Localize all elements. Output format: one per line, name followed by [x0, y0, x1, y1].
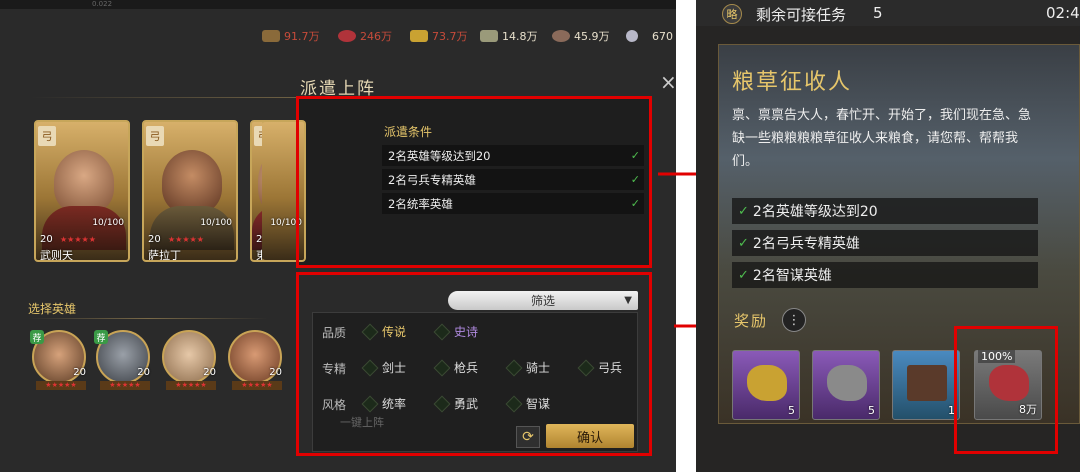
- top-value: 0.022: [92, 0, 113, 8]
- avatar-level: 20: [137, 367, 150, 378]
- star-rating: ★★★★★: [232, 381, 282, 390]
- reward-item[interactable]: 5: [812, 350, 880, 420]
- star-rating: ★★★★★: [166, 381, 216, 390]
- reward-item[interactable]: 1: [892, 350, 960, 420]
- book-icon: [907, 365, 947, 401]
- hero-name: 萨拉丁: [148, 249, 181, 262]
- avatar-level: 20: [203, 367, 216, 378]
- condition-text: 2名弓兵专精英雄: [752, 236, 860, 252]
- header: [696, 0, 1080, 26]
- avatar-level: 20: [73, 367, 86, 378]
- hero-card[interactable]: 弓 10/100 20 ★★★★★ 萨拉丁: [142, 120, 238, 262]
- resource-meat: 246万: [338, 26, 392, 46]
- resource-coin: 670: [626, 26, 673, 46]
- resource-value: 14.8万: [502, 30, 538, 43]
- condition-row: ✓ 2名智谋英雄: [732, 262, 1038, 288]
- coin-icon: [626, 30, 638, 42]
- recommended-badge: 荐: [30, 330, 44, 344]
- choose-hero-label: 选择英雄: [28, 302, 77, 316]
- gold-icon: [410, 30, 428, 42]
- star-rating: ★★★★★: [168, 235, 204, 244]
- star-rating: ★★★★★: [60, 235, 96, 244]
- hero-avatar[interactable]: 荐 20 ★★★★★: [94, 330, 150, 390]
- star-rating: ★★★★★: [100, 381, 150, 390]
- hero-avatar[interactable]: 荐 20 ★★★★★: [30, 330, 86, 390]
- strategy-badge: 略: [722, 4, 742, 24]
- condition-row: ✓ 2名弓兵专精英雄: [732, 230, 1038, 256]
- check-icon: ✓: [738, 203, 749, 219]
- info-icon[interactable]: ⋮: [782, 308, 806, 332]
- timer: 02:4: [1046, 4, 1080, 22]
- meat-icon: [338, 30, 356, 42]
- hero-card[interactable]: 弓 10/100 20 ★★★★★ 武则天: [34, 120, 130, 262]
- resource-value: 246万: [360, 30, 392, 43]
- hero-avatar[interactable]: 20 ★★★★★: [228, 330, 282, 390]
- reward-label: 奖励: [734, 312, 769, 330]
- wood-icon: [262, 30, 280, 42]
- hero-portrait: [162, 150, 222, 214]
- resource-value: 45.9万: [574, 30, 610, 43]
- divider: [28, 318, 268, 319]
- hero-name: 武则天: [40, 249, 73, 262]
- resource-value: 670: [652, 29, 673, 43]
- hero-avatar[interactable]: 20 ★★★★★: [162, 330, 216, 390]
- iron-ore-icon: [827, 365, 867, 401]
- resource-bar: 91.7万 246万 73.7万 14.8万 45.9万 670: [0, 24, 676, 50]
- stone-icon: [552, 30, 570, 42]
- condition-text: 2名英雄等级达到20: [752, 204, 878, 220]
- close-icon[interactable]: ×: [660, 70, 676, 94]
- quest-description: 禀、禀禀告大人，春忙开、开始了，我们现在急、急缺一些粮粮粮粮草征收人来粮食，请您…: [732, 108, 1032, 169]
- gold-ore-icon: [747, 365, 787, 401]
- remaining-tasks-label: 剩余可接任务: [756, 6, 847, 24]
- avatar-level: 20: [269, 367, 282, 378]
- iron-icon: [480, 30, 498, 42]
- hero-level: 20: [148, 234, 161, 245]
- archer-icon: 弓: [146, 126, 164, 146]
- resource-wood: 91.7万: [262, 26, 320, 46]
- quest-title: 粮草征收人: [732, 70, 853, 95]
- dispatch-screen: 0.022 91.7万 246万 73.7万 14.8万 45.9万 670 派…: [0, 0, 676, 472]
- reward-item[interactable]: 5: [732, 350, 800, 420]
- recommended-badge: 荐: [94, 330, 108, 344]
- resource-gold: 73.7万: [410, 26, 468, 46]
- resource-stone: 45.9万: [552, 26, 610, 46]
- hero-fragments: 10/100: [200, 218, 232, 228]
- reward-qty: 5: [788, 404, 795, 417]
- condition-row: ✓ 2名英雄等级达到20: [732, 198, 1038, 224]
- top-strip: 0.022: [0, 0, 676, 9]
- highlight-box: [954, 326, 1058, 454]
- hero-level: 20: [40, 234, 53, 245]
- condition-text: 2名智谋英雄: [752, 268, 832, 284]
- highlight-box: [296, 96, 652, 268]
- reward-qty: 5: [868, 404, 875, 417]
- star-rating: ★★★★★: [36, 381, 86, 390]
- resource-value: 91.7万: [284, 30, 320, 43]
- check-icon: ✓: [738, 267, 749, 283]
- hero-fragments: 10/100: [92, 218, 124, 228]
- hero-portrait: [54, 150, 114, 214]
- resource-iron: 14.8万: [480, 26, 538, 46]
- check-icon: ✓: [738, 235, 749, 251]
- remaining-tasks-count: 5: [873, 4, 883, 22]
- resource-value: 73.7万: [432, 30, 468, 43]
- archer-icon: 弓: [38, 126, 56, 146]
- highlight-box: [296, 272, 652, 456]
